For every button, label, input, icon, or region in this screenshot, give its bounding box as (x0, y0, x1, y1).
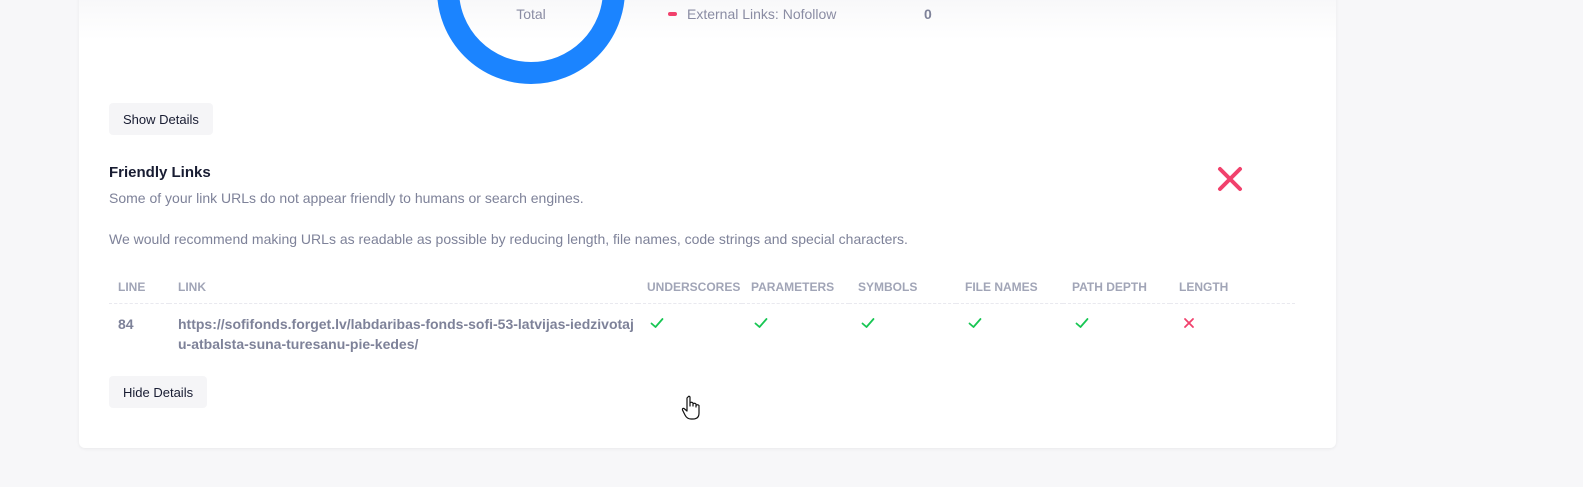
links-donut-chart: Total (436, 0, 626, 85)
legend-value: 0 (924, 6, 932, 22)
row-line-number: 84 (118, 316, 134, 332)
path-depth-cell (1063, 304, 1170, 355)
section-title: Friendly Links (109, 164, 211, 181)
column-header-underscores: UNDERSCORES (638, 270, 742, 304)
section-description: Some of your link URLs do not appear fri… (109, 190, 584, 206)
section-recommendation: We would recommend making URLs as readab… (109, 231, 908, 247)
donut-center-label: Total (516, 6, 546, 22)
check-icon (650, 318, 664, 328)
legend-color-dot (668, 12, 677, 16)
fail-status-icon (1218, 167, 1242, 191)
column-header-symbols: SYMBOLS (849, 270, 956, 304)
column-header-parameters: PARAMETERS (742, 270, 849, 304)
hand-cursor-icon (681, 395, 700, 420)
column-header-path-depth: PATH DEPTH (1063, 270, 1170, 304)
legend-label: External Links: Nofollow (687, 6, 837, 22)
column-header-line: LINE (109, 270, 169, 304)
underscores-cell (638, 304, 742, 355)
row-link-url[interactable]: https://sofifonds.forget.lv/labdaribas-f… (169, 304, 638, 355)
hide-details-button[interactable]: Hide Details (109, 376, 208, 408)
column-header-file-names: FILE NAMES (956, 270, 1063, 304)
parameters-cell (742, 304, 849, 355)
check-icon (968, 318, 982, 328)
friendly-links-card (79, 0, 1336, 448)
legend-item-external-nofollow: External Links: Nofollow (668, 4, 836, 24)
table-header-row: LINE LINK UNDERSCORES PARAMETERS SYMBOLS… (109, 270, 1295, 304)
table-row: 84 https://sofifonds.forget.lv/labdariba… (109, 304, 1295, 355)
show-details-button[interactable]: Show Details (109, 103, 213, 135)
check-icon (1075, 318, 1089, 328)
check-icon (861, 318, 875, 328)
column-header-link: LINK (169, 270, 638, 304)
length-cell (1170, 304, 1295, 355)
links-table: LINE LINK UNDERSCORES PARAMETERS SYMBOLS… (109, 270, 1295, 354)
symbols-cell (849, 304, 956, 355)
cross-icon (1184, 318, 1194, 328)
check-icon (754, 318, 768, 328)
column-header-length: LENGTH (1170, 270, 1295, 304)
file-names-cell (956, 304, 1063, 355)
